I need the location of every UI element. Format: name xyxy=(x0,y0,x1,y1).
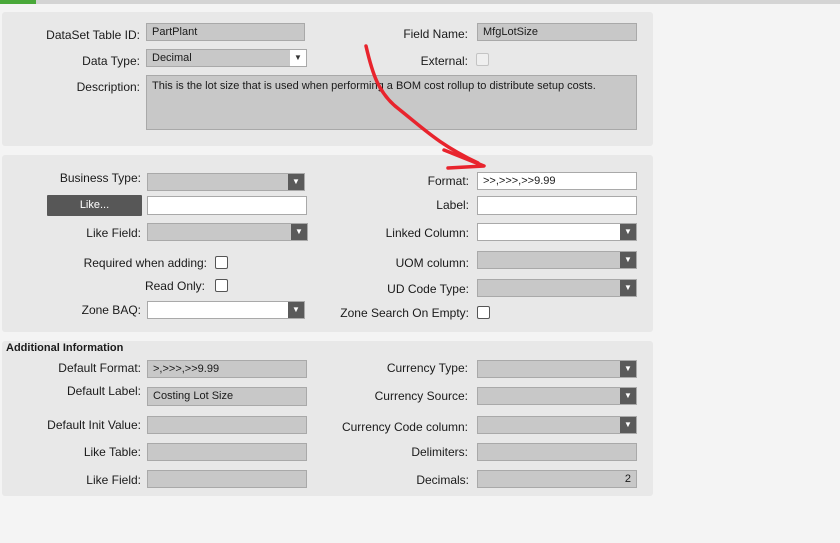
like-field-label: Like Field: xyxy=(86,226,141,240)
uom-column-dropdown[interactable]: ▼ xyxy=(477,251,637,269)
label-field[interactable] xyxy=(477,196,637,215)
business-type-dropdown[interactable]: ▼ xyxy=(147,173,305,191)
like-field-label-additional: Like Field: xyxy=(86,473,141,487)
chevron-down-icon[interactable]: ▼ xyxy=(620,388,636,404)
additional-information-title: Additional Information xyxy=(6,342,124,354)
delimiters-field[interactable] xyxy=(477,443,637,461)
chevron-down-icon[interactable]: ▼ xyxy=(620,417,636,433)
like-input[interactable] xyxy=(147,196,307,215)
like-field-field-additional[interactable] xyxy=(147,470,307,488)
chevron-down-icon[interactable]: ▼ xyxy=(291,224,307,240)
top-bar xyxy=(0,0,840,4)
ud-code-type-dropdown[interactable]: ▼ xyxy=(477,279,637,297)
field-name-field[interactable]: MfgLotSize xyxy=(477,23,637,41)
default-label-field[interactable]: Costing Lot Size xyxy=(147,387,307,406)
data-type-label: Data Type: xyxy=(82,54,140,68)
chevron-down-icon[interactable]: ▼ xyxy=(620,224,636,240)
description-field[interactable]: This is the lot size that is used when p… xyxy=(146,75,637,130)
like-table-label: Like Table: xyxy=(83,445,141,459)
currency-type-label: Currency Type: xyxy=(386,361,468,375)
default-label-label: Default Label: xyxy=(66,384,141,398)
ud-code-type-label: UD Code Type: xyxy=(387,282,469,296)
zone-search-on-empty-checkbox[interactable] xyxy=(477,306,490,319)
external-label: External: xyxy=(420,54,468,68)
like-field-dropdown[interactable]: ▼ xyxy=(147,223,308,241)
chevron-down-icon[interactable]: ▼ xyxy=(620,280,636,296)
required-when-adding-checkbox[interactable] xyxy=(215,256,228,269)
business-type-label: Business Type: xyxy=(59,171,141,185)
currency-code-column-dropdown[interactable]: ▼ xyxy=(477,416,637,434)
currency-source-dropdown[interactable]: ▼ xyxy=(477,387,637,405)
default-init-value-field[interactable] xyxy=(147,416,307,434)
label-label: Label: xyxy=(436,198,469,212)
default-format-field[interactable]: >,>>>,>>9.99 xyxy=(147,360,307,378)
delimiters-label: Delimiters: xyxy=(411,445,468,459)
default-init-value-label: Default Init Value: xyxy=(47,418,141,432)
required-when-adding-label: Required when adding: xyxy=(83,256,207,270)
decimals-label: Decimals: xyxy=(416,473,469,487)
description-label: Description: xyxy=(76,80,140,94)
zone-baq-label: Zone BAQ: xyxy=(81,303,141,317)
read-only-label: Read Only: xyxy=(144,279,205,293)
format-field[interactable]: >>,>>>,>>9.99 xyxy=(477,172,637,190)
external-checkbox[interactable] xyxy=(476,53,489,66)
data-type-dropdown[interactable]: Decimal ▼ xyxy=(146,49,307,67)
linked-column-label: Linked Column: xyxy=(385,226,469,240)
chevron-down-icon[interactable]: ▼ xyxy=(620,361,636,377)
default-format-label: Default Format: xyxy=(58,361,141,375)
decimals-field[interactable]: 2 xyxy=(477,470,637,488)
like-button[interactable]: Like... xyxy=(47,195,142,216)
dataset-table-id-field[interactable]: PartPlant xyxy=(146,23,305,41)
chevron-down-icon[interactable]: ▼ xyxy=(290,50,306,66)
format-label: Format: xyxy=(427,174,469,188)
chevron-down-icon[interactable]: ▼ xyxy=(620,252,636,268)
read-only-checkbox[interactable] xyxy=(215,279,228,292)
data-type-value: Decimal xyxy=(152,52,192,64)
currency-source-label: Currency Source: xyxy=(374,389,468,403)
uom-column-label: UOM column: xyxy=(395,256,469,270)
zone-baq-dropdown[interactable]: ▼ xyxy=(147,301,305,319)
active-tab-indicator xyxy=(0,0,36,4)
dataset-table-id-label: DataSet Table ID: xyxy=(46,28,140,42)
like-table-field[interactable] xyxy=(147,443,307,461)
currency-code-column-label: Currency Code column: xyxy=(341,420,468,434)
chevron-down-icon[interactable]: ▼ xyxy=(288,174,304,190)
zone-search-on-empty-label: Zone Search On Empty: xyxy=(340,306,469,320)
field-name-label: Field Name: xyxy=(403,27,468,41)
currency-type-dropdown[interactable]: ▼ xyxy=(477,360,637,378)
chevron-down-icon[interactable]: ▼ xyxy=(288,302,304,318)
linked-column-dropdown[interactable]: ▼ xyxy=(477,223,637,241)
